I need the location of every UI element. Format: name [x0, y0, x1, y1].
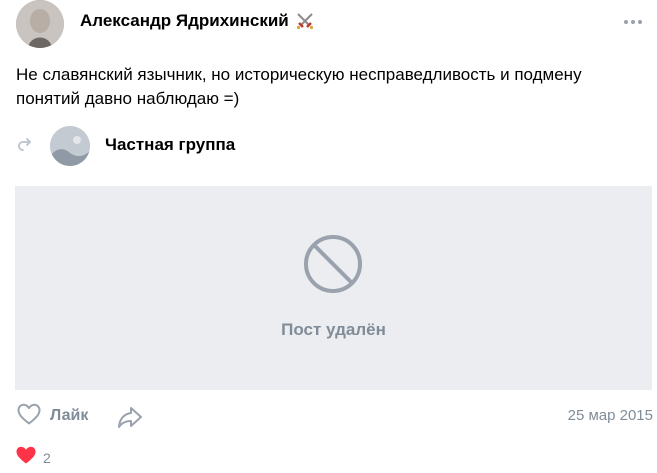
reactions-summary[interactable]: 2 — [15, 445, 51, 470]
more-dots-icon — [624, 20, 642, 24]
deleted-label: Пост удалён — [281, 320, 386, 339]
post-text: Не славянский язычник, но историческую н… — [16, 65, 582, 108]
author: Александр Ядрихинский — [80, 11, 315, 31]
group-placeholder-icon — [50, 126, 90, 166]
post-actions: Лайк 25 мар 2015 — [16, 400, 653, 432]
group-name: Частная группа — [105, 135, 236, 154]
crossed-swords-icon — [295, 11, 315, 31]
prohibited-icon — [303, 234, 363, 294]
heart-reaction-icon — [15, 445, 37, 470]
author-avatar[interactable] — [16, 0, 64, 48]
like-button[interactable]: Лайк — [16, 400, 88, 432]
post-date[interactable]: 25 мар 2015 — [568, 407, 653, 424]
group-avatar — [50, 126, 90, 166]
avatar-photo — [16, 0, 64, 48]
deleted-post-placeholder: Пост удалён — [15, 186, 652, 390]
share-button[interactable] — [116, 403, 144, 431]
more-options-button[interactable] — [619, 8, 647, 36]
author-name[interactable]: Александр Ядрихинский — [80, 11, 289, 31]
post-header: Александр Ядрихинский — [16, 0, 642, 48]
repost-source[interactable]: Частная группа — [16, 124, 641, 168]
heart-outline-icon — [16, 402, 42, 431]
share-icon — [118, 407, 142, 428]
repost-arrow-icon — [16, 136, 34, 154]
like-label: Лайк — [50, 407, 89, 424]
reaction-count: 2 — [43, 449, 51, 466]
